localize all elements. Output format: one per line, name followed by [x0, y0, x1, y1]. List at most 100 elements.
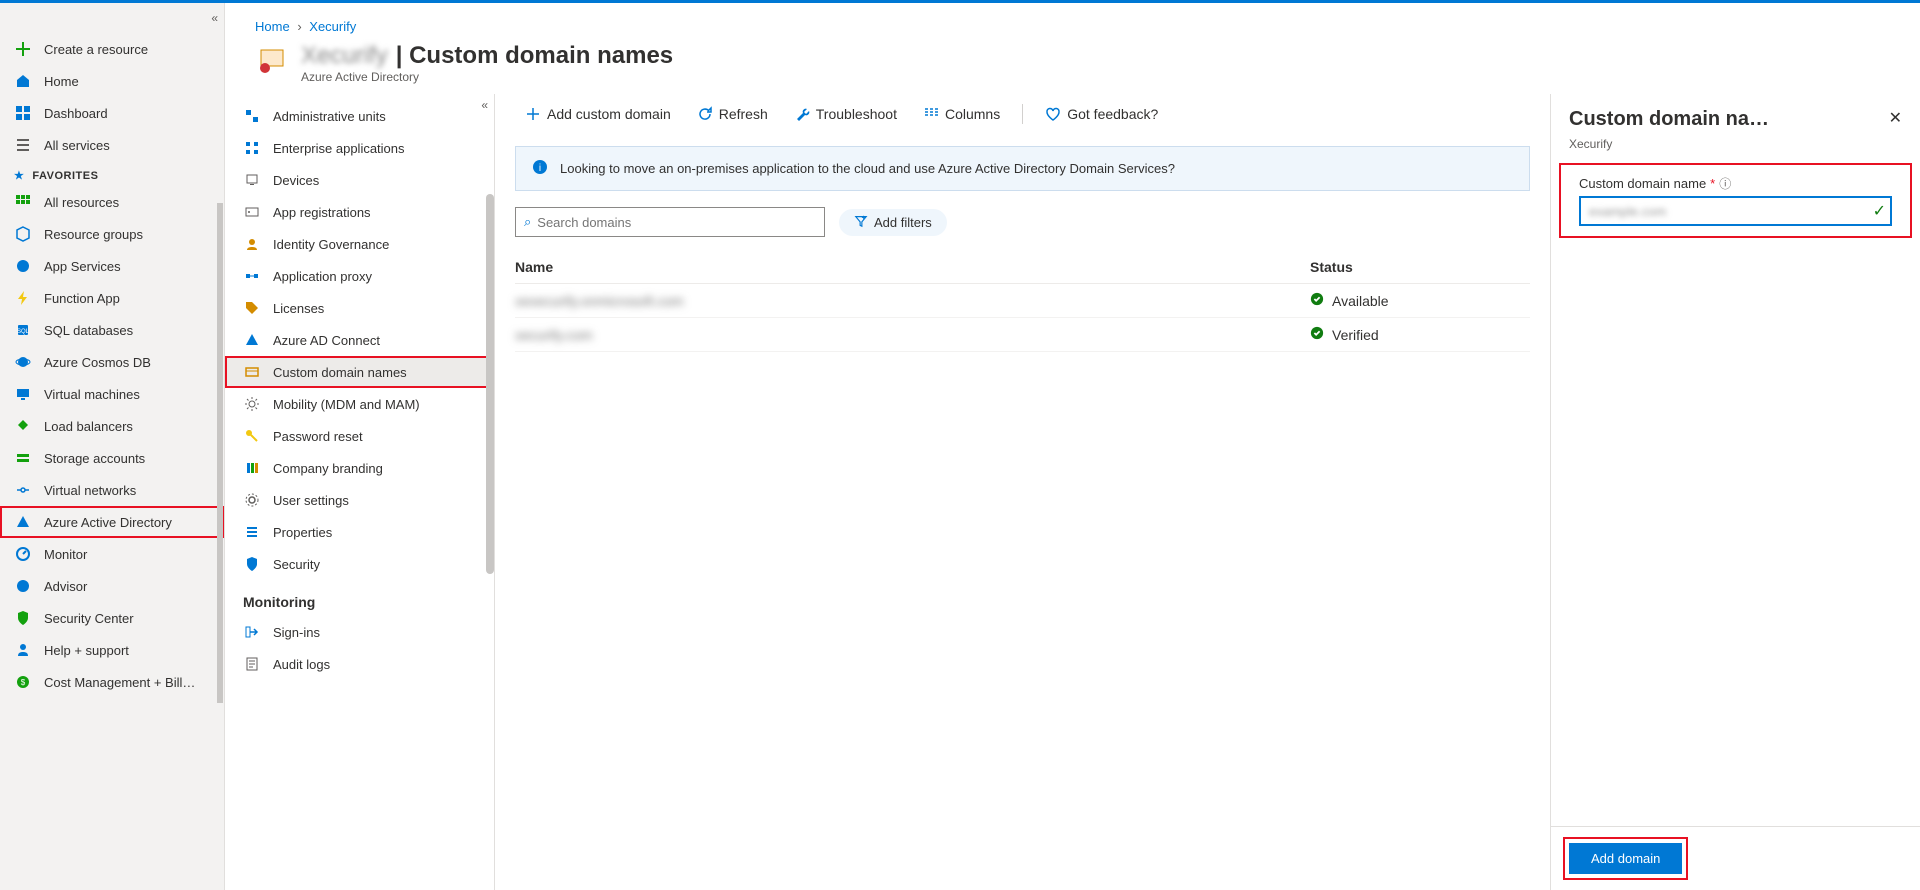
- sub-enterprise-apps[interactable]: Enterprise applications: [225, 132, 494, 164]
- sub-label: Application proxy: [273, 269, 372, 284]
- sub-ad-connect[interactable]: Azure AD Connect: [225, 324, 494, 356]
- sub-label: Properties: [273, 525, 332, 540]
- sub-signins[interactable]: Sign-ins: [225, 616, 494, 648]
- globe-icon: [14, 257, 32, 275]
- nav-security-center[interactable]: Security Center: [0, 602, 224, 634]
- gear-icon: [243, 395, 261, 413]
- sub-security[interactable]: Security: [225, 548, 494, 580]
- nav-sql[interactable]: SQL SQL databases: [0, 314, 224, 346]
- certificate-icon: [255, 42, 291, 78]
- main-panel: Add custom domain Refresh Troubleshoot C…: [495, 94, 1550, 890]
- scrollbar[interactable]: [216, 203, 224, 890]
- sub-app-reg[interactable]: App registrations: [225, 196, 494, 228]
- sub-user-settings[interactable]: User settings: [225, 484, 494, 516]
- domains-table: Name Status xexecurify.onmicrosoft.com A…: [495, 251, 1550, 352]
- table-row[interactable]: xexecurify.onmicrosoft.com Available: [515, 284, 1530, 318]
- search-domains-input[interactable]: ⌕: [515, 207, 825, 237]
- list-icon: [14, 136, 32, 154]
- nav-label: All services: [44, 138, 110, 153]
- nav-resource-groups[interactable]: Resource groups: [0, 218, 224, 250]
- nav-label: Azure Cosmos DB: [44, 355, 151, 370]
- sub-label: Password reset: [273, 429, 363, 444]
- info-banner[interactable]: i Looking to move an on-premises applica…: [515, 146, 1530, 191]
- nav-azure-ad[interactable]: Azure Active Directory: [0, 506, 224, 538]
- nav-home[interactable]: Home: [0, 65, 224, 97]
- columns-button[interactable]: Columns: [913, 102, 1010, 126]
- nav-virtual-networks[interactable]: Virtual networks: [0, 474, 224, 506]
- sub-auditlogs[interactable]: Audit logs: [225, 648, 494, 680]
- log-icon: [243, 655, 261, 673]
- scrollbar[interactable]: [486, 112, 494, 890]
- nav-label: All resources: [44, 195, 119, 210]
- add-filters-button[interactable]: Add filters: [839, 209, 947, 236]
- tb-label: Troubleshoot: [816, 106, 897, 122]
- resource-menu: « Administrative units Enterprise applic…: [225, 94, 495, 890]
- add-domain-button[interactable]: Add custom domain: [515, 102, 681, 126]
- sub-label: Administrative units: [273, 109, 386, 124]
- nav-cosmos[interactable]: Azure Cosmos DB: [0, 346, 224, 378]
- nav-dashboard[interactable]: Dashboard: [0, 97, 224, 129]
- dashboard-icon: [14, 104, 32, 122]
- nav-all-resources[interactable]: All resources: [0, 186, 224, 218]
- sub-devices[interactable]: Devices: [225, 164, 494, 196]
- nav-function-app[interactable]: Function App: [0, 282, 224, 314]
- collapse-sub-icon[interactable]: «: [481, 98, 488, 112]
- table-row[interactable]: xecurify.com Verified: [515, 318, 1530, 352]
- col-status[interactable]: Status: [1310, 259, 1530, 275]
- nav-allservices[interactable]: All services: [0, 129, 224, 161]
- troubleshoot-button[interactable]: Troubleshoot: [784, 102, 907, 126]
- breadcrumb-item[interactable]: Xecurify: [309, 19, 356, 34]
- nav-load-balancers[interactable]: Load balancers: [0, 410, 224, 442]
- add-domain-submit-button[interactable]: Add domain: [1569, 843, 1682, 874]
- collapse-left-icon[interactable]: «: [211, 11, 218, 25]
- sub-label: Mobility (MDM and MAM): [273, 397, 420, 412]
- nav-help[interactable]: Help + support: [0, 634, 224, 666]
- palette-icon: [243, 459, 261, 477]
- breadcrumb: Home › Xecurify: [225, 3, 1920, 42]
- close-icon[interactable]: ✕: [1889, 108, 1902, 128]
- feedback-button[interactable]: Got feedback?: [1035, 102, 1168, 126]
- nav-storage[interactable]: Storage accounts: [0, 442, 224, 474]
- sub-label: Custom domain names: [273, 365, 407, 380]
- sub-label: Enterprise applications: [273, 141, 405, 156]
- sub-mobility[interactable]: Mobility (MDM and MAM): [225, 388, 494, 420]
- refresh-icon: [697, 106, 713, 122]
- database-icon: SQL: [14, 321, 32, 339]
- chevron-right-icon: ›: [297, 19, 301, 34]
- nav-advisor[interactable]: Advisor: [0, 570, 224, 602]
- toolbar: Add custom domain Refresh Troubleshoot C…: [495, 94, 1550, 134]
- domain-name-input[interactable]: [1579, 196, 1892, 226]
- sub-licenses[interactable]: Licenses: [225, 292, 494, 324]
- sub-label: Company branding: [273, 461, 383, 476]
- nav-label: Virtual machines: [44, 387, 140, 402]
- create-resource[interactable]: Create a resource: [0, 33, 224, 65]
- sub-app-proxy[interactable]: Application proxy: [225, 260, 494, 292]
- sub-custom-domain[interactable]: Custom domain names: [225, 356, 494, 388]
- nav-label: SQL databases: [44, 323, 133, 338]
- tb-label: Refresh: [719, 106, 768, 122]
- sub-properties[interactable]: Properties: [225, 516, 494, 548]
- sub-identity-gov[interactable]: Identity Governance: [225, 228, 494, 260]
- network-icon: [14, 481, 32, 499]
- nav-monitor[interactable]: Monitor: [0, 538, 224, 570]
- balance-icon: [14, 417, 32, 435]
- nav-label: Function App: [44, 291, 120, 306]
- bolt-icon: [14, 289, 32, 307]
- nav-app-services[interactable]: App Services: [0, 250, 224, 282]
- refresh-button[interactable]: Refresh: [687, 102, 778, 126]
- info-icon[interactable]: ⓘ: [1719, 175, 1731, 192]
- check-circle-icon: [1310, 292, 1324, 309]
- blade-title: Custom domain na…: [1569, 108, 1881, 131]
- breadcrumb-home[interactable]: Home: [255, 19, 290, 34]
- search-input[interactable]: [537, 215, 816, 230]
- sub-password[interactable]: Password reset: [225, 420, 494, 452]
- tb-label: Add custom domain: [547, 106, 671, 122]
- sub-admin-units[interactable]: Administrative units: [225, 100, 494, 132]
- sub-branding[interactable]: Company branding: [225, 452, 494, 484]
- nav-cost[interactable]: $Cost Management + Bill…: [0, 666, 224, 698]
- home-icon: [14, 72, 32, 90]
- add-domain-blade: Custom domain na… ✕ Xecurify Custom doma…: [1550, 94, 1920, 890]
- col-name[interactable]: Name: [515, 259, 1310, 275]
- blade-form: Custom domain name * ⓘ ✓: [1561, 165, 1910, 236]
- nav-vms[interactable]: Virtual machines: [0, 378, 224, 410]
